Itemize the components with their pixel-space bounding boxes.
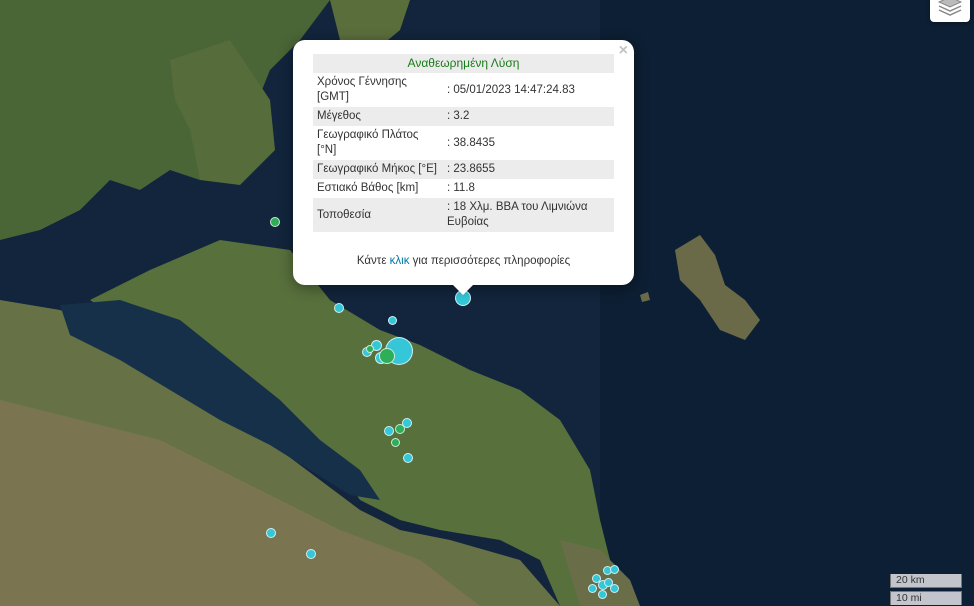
longitude-label: Γεωγραφικό Μήκος [°E]: [313, 160, 443, 179]
latitude-value: : 38.8435: [447, 136, 495, 149]
layers-control-button[interactable]: [930, 0, 970, 22]
earthquake-marker[interactable]: [366, 345, 374, 353]
earthquake-marker[interactable]: [598, 590, 607, 599]
more-info-text: Κάντε κλικ για περισσότερες πληροφορίες: [293, 255, 634, 267]
more-info-suffix: για περισσότερες πληροφορίες: [409, 255, 571, 267]
origin-time-label: Χρόνος Γέννησης [GMT]: [317, 76, 407, 103]
popup-close-button[interactable]: ×: [619, 43, 628, 59]
origin-time-value: : 05/01/2023 14:47:24.83: [447, 83, 575, 96]
more-info-link[interactable]: κλικ: [390, 255, 410, 267]
earthquake-popup: × Αναθεωρημένη Λύση Χρόνος Γέννησης [GMT…: [293, 40, 634, 285]
earthquake-details-table: Αναθεωρημένη Λύση Χρόνος Γέννησης [GMT] …: [313, 54, 614, 232]
location-value: : 18 Χλμ. ΒΒΑ του Λιμνιώνα Ευβοίας: [443, 198, 614, 232]
longitude-value: : 23.8655: [443, 160, 614, 179]
location-label: Τοποθεσία: [313, 198, 443, 232]
earthquake-marker[interactable]: [306, 549, 316, 559]
more-info-prefix: Κάντε: [356, 255, 390, 267]
popup-title: Αναθεωρημένη Λύση: [313, 54, 614, 73]
earthquake-marker[interactable]: [379, 348, 395, 364]
earthquake-marker[interactable]: [610, 584, 619, 593]
depth-value: : 11.8: [447, 182, 475, 194]
earthquake-marker[interactable]: [388, 316, 397, 325]
earthquake-marker[interactable]: [610, 565, 619, 574]
magnitude-label: Μέγεθος: [313, 107, 443, 126]
layers-icon: [937, 0, 963, 22]
earthquake-marker[interactable]: [395, 424, 405, 434]
earthquake-marker[interactable]: [334, 303, 344, 313]
scale-bar: 20 km 10 mi: [890, 574, 962, 605]
popup-tip: [452, 284, 474, 295]
earthquake-marker[interactable]: [266, 528, 276, 538]
earthquake-marker[interactable]: [391, 438, 400, 447]
earthquake-marker[interactable]: [270, 217, 280, 227]
scale-km: 20 km: [890, 574, 962, 588]
earthquake-marker[interactable]: [403, 453, 413, 463]
latitude-label: Γεωγραφικό Πλάτος [°N]: [317, 129, 419, 156]
earthquake-marker[interactable]: [384, 426, 394, 436]
magnitude-value: : 3.2: [443, 107, 614, 126]
earthquake-marker[interactable]: [588, 584, 597, 593]
depth-label: Εστιακό Βάθος [km]: [317, 182, 419, 194]
scale-mi: 10 mi: [890, 591, 962, 605]
